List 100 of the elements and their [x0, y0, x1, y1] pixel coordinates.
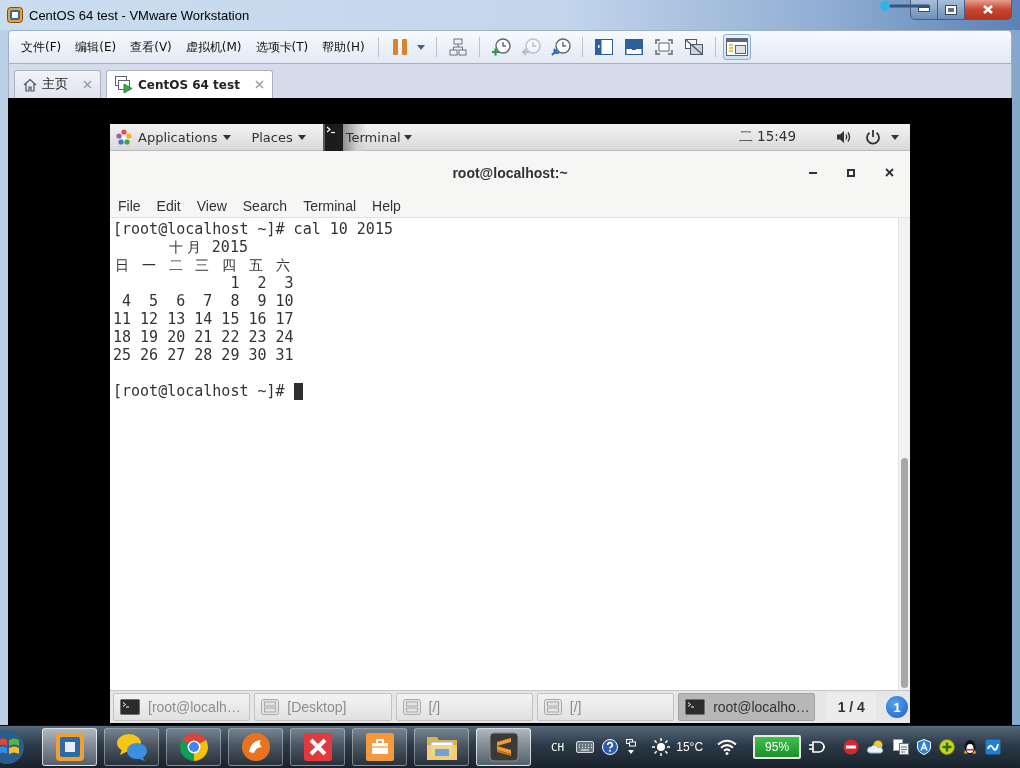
plus-circle-icon[interactable]: [939, 739, 956, 755]
caret-icon: [403, 134, 412, 140]
drawer-icon: [261, 699, 280, 715]
temperature-label[interactable]: 15°C: [676, 740, 704, 754]
network-icon: [448, 38, 467, 56]
applications-menu[interactable]: Applications: [110, 123, 241, 151]
window-list-icon: [725, 38, 748, 56]
squares-logo-icon: [54, 732, 85, 762]
close-icon: [982, 4, 994, 15]
menu-item[interactable]: 选项卡(T): [248, 35, 316, 59]
menu-item[interactable]: 查看(V): [123, 35, 179, 59]
menu-item[interactable]: File: [110, 195, 149, 216]
shield-icon[interactable]: [917, 739, 932, 755]
menu-item[interactable]: Help: [364, 195, 409, 216]
clock-arrow-icon: [520, 38, 541, 56]
terminal-icon: [685, 699, 706, 715]
taskbar-button[interactable]: [352, 728, 407, 766]
terminal-line: 18 19 20 21 22 23 24: [113, 328, 295, 346]
menu-item[interactable]: View: [188, 195, 235, 216]
chat-bubbles-icon: [115, 732, 148, 762]
terminal-line: 十月 2015: [168, 238, 249, 256]
windows-play-icon: [115, 75, 133, 94]
taskbar-button[interactable]: [290, 728, 345, 766]
restore-icon: [945, 4, 957, 15]
menu-item[interactable]: 帮助(H): [315, 35, 372, 59]
briefcase-icon: [364, 732, 395, 762]
cross-tile-icon: [302, 732, 333, 762]
sun-icon[interactable]: [652, 738, 671, 756]
window-title: CentOS 64 test - VMware Workstation: [29, 7, 250, 23]
clock-plus-icon: [490, 38, 511, 56]
close-icon[interactable]: [254, 80, 264, 89]
language-indicator[interactable]: CH: [551, 740, 565, 754]
volume-icon[interactable]: [836, 129, 852, 145]
documents-icon[interactable]: [893, 739, 910, 755]
sidebar-icon: [594, 39, 613, 55]
app-logo-icon: [7, 7, 23, 23]
home-icon: [23, 77, 37, 92]
menu-item[interactable]: Edit: [148, 195, 189, 216]
drawer-icon: [543, 699, 562, 715]
stripes-tile-icon: [488, 732, 519, 762]
handle-icon[interactable]: [880, 1, 930, 11]
terminal-icon: [120, 699, 140, 715]
close-icon: [884, 168, 894, 177]
window-bar-icon: [624, 39, 643, 55]
caret-icon: [416, 44, 425, 50]
close-button[interactable]: [965, 0, 1012, 20]
clock[interactable]: 二 15:49: [738, 128, 796, 146]
drawer-icon: [402, 699, 421, 715]
star-logo-icon: [116, 129, 132, 145]
maximize-icon: [847, 168, 855, 177]
places-menu[interactable]: Places: [240, 123, 315, 151]
help-icon[interactable]: [602, 739, 619, 755]
clock-wrench-icon: [550, 38, 571, 56]
taskbar-button[interactable]: [414, 728, 469, 766]
start-orb-icon[interactable]: [0, 728, 26, 766]
window-list-item[interactable]: root@localho…: [678, 693, 816, 721]
wifi-icon[interactable]: [717, 739, 738, 755]
power-icon[interactable]: [865, 129, 881, 145]
terminal-prompt: [root@localhost ~]#: [113, 382, 285, 400]
terminal-title: root@localhost:~: [452, 164, 568, 181]
caret-icon: [223, 134, 232, 140]
cloud-sun-icon[interactable]: [867, 739, 886, 755]
maximize-button[interactable]: [938, 0, 965, 20]
caret-icon[interactable]: [891, 134, 899, 140]
minimize-button[interactable]: [910, 0, 938, 20]
penguin-icon[interactable]: [963, 739, 978, 755]
thumbnail-bar-button[interactable]: [722, 34, 751, 60]
plug-icon[interactable]: [809, 740, 826, 754]
scrollbar[interactable]: [898, 218, 910, 690]
terminal-line: 1 2 3: [229, 274, 295, 292]
fullscreen-icon: [654, 39, 673, 55]
terminal-line: 25 26 27 28 29 30 31: [113, 346, 295, 364]
minimize-icon: [809, 171, 817, 174]
pause-icon: [392, 39, 407, 55]
scrollbar-thumb[interactable]: [901, 458, 908, 688]
tab[interactable]: CentOS 64 test: [106, 70, 273, 98]
terminal-line: 11 12 13 14 15 16 17: [113, 310, 295, 328]
taskbar-button[interactable]: [42, 728, 97, 766]
taskbar-button[interactable]: [166, 728, 221, 766]
no-entry-icon[interactable]: [843, 739, 860, 755]
workspace-indicator[interactable]: 1 / 4: [826, 693, 877, 721]
crossed-windows-icon: [684, 39, 703, 55]
menu-item[interactable]: 虚拟机(M): [178, 35, 249, 59]
menu-item[interactable]: Search: [234, 195, 296, 216]
taskbar-button[interactable]: [476, 728, 531, 766]
squiggle-icon[interactable]: [985, 739, 1002, 755]
terminal-line: 日 一 二 三 四 五 六: [113, 256, 291, 274]
menu-item[interactable]: 文件(F): [14, 35, 69, 59]
menu-item[interactable]: Terminal: [295, 195, 365, 216]
keyboard-icon[interactable]: [576, 741, 595, 753]
window-arrow-icon[interactable]: [626, 739, 637, 755]
menu-item[interactable]: 编辑(E): [68, 35, 124, 59]
terminal-line: [root@localhost ~]# cal 10 2015: [113, 220, 394, 238]
taskbar-button[interactable]: [228, 728, 283, 766]
tab[interactable]: 主页: [14, 70, 101, 98]
caret-icon: [297, 134, 306, 140]
taskbar-button[interactable]: [104, 728, 159, 766]
round-logo-icon: [240, 732, 271, 762]
terminal-line: 4 5 6 7 8 9 10: [121, 292, 295, 310]
ring-logo-icon: [178, 732, 209, 762]
